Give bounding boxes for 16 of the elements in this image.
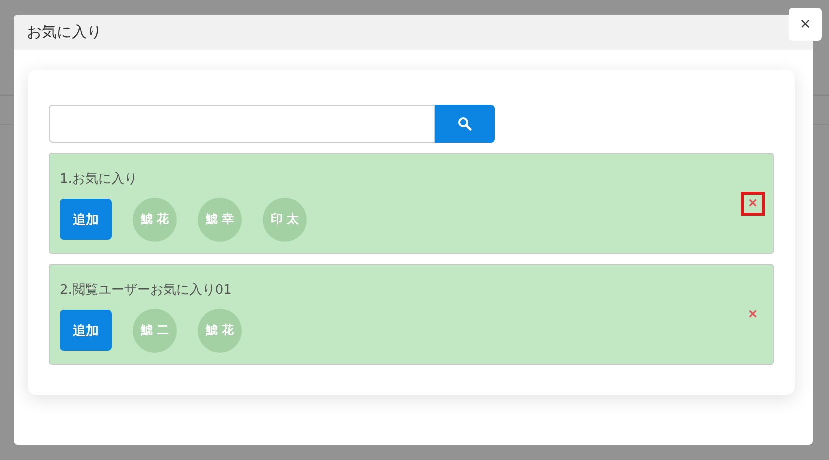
delete-button[interactable]: × [741,192,765,216]
member-avatar[interactable]: 鯱 花 [133,198,177,242]
search-field[interactable] [49,105,435,143]
member-avatar[interactable]: 鯱 幸 [198,198,242,242]
member-avatar[interactable]: 鯱 花 [198,308,242,352]
member-avatar[interactable]: 鯱 二 [133,308,177,352]
dialog-title: お気に入り [27,23,102,42]
delete-button[interactable]: × [741,302,765,326]
add-button[interactable]: 追加 [60,310,112,351]
close-button[interactable]: × [789,8,822,41]
group-title: 2.閲覧ユーザーお気に入り01 [60,282,233,298]
group-title: 1.お気に入り [60,170,138,188]
search-icon [458,117,472,131]
search-button[interactable] [435,105,495,143]
add-button[interactable]: 追加 [60,199,112,240]
member-avatar[interactable]: 印 太 [263,198,307,242]
